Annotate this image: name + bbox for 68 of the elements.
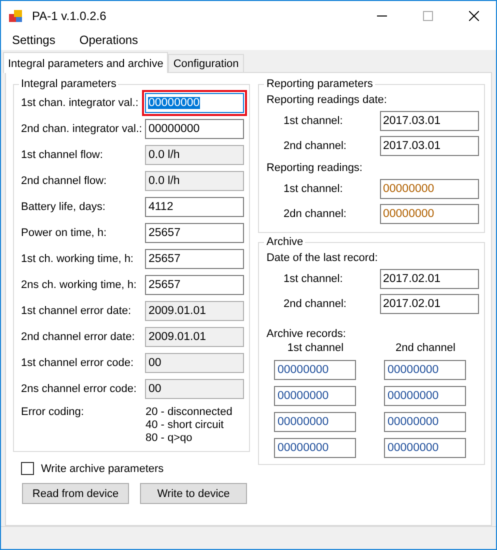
field-label: Power on time, h:	[21, 227, 107, 239]
section-heading: Reporting readings date:	[266, 93, 388, 108]
input-field[interactable]: 2017.02.01	[380, 294, 479, 314]
input-field[interactable]: 4112	[145, 197, 244, 217]
field-label: 2ns channel error code:	[21, 383, 137, 395]
field-label: 1st channel flow:	[21, 149, 103, 161]
field-label: 1st channel error date:	[21, 305, 132, 317]
input-field[interactable]: 2017.03.01	[380, 136, 479, 156]
field-label: 2dn channel:	[282, 208, 346, 220]
input-field[interactable]: 2009.01.01	[145, 301, 244, 321]
error-code-text: 40 - short circuit	[145, 419, 225, 432]
field-label: 1st chan. integrator val.:	[21, 97, 138, 109]
device-button[interactable]: Read from device	[22, 483, 129, 504]
field-label: 2nd chan. integrator val.:	[21, 123, 142, 135]
input-field[interactable]: 00000000	[380, 178, 479, 198]
input-field[interactable]: 25657	[145, 275, 244, 295]
field-label: 2ns ch. working time, h:	[21, 279, 137, 291]
input-field[interactable]: 25657	[145, 249, 244, 269]
input-field[interactable]: 2017.03.01	[380, 110, 479, 130]
input-field[interactable]: 00000000	[274, 412, 356, 432]
input-field[interactable]: 25657	[145, 223, 244, 243]
input-field[interactable]: 00000000	[274, 386, 356, 406]
section-heading: Date of the last record:	[266, 251, 379, 266]
input-field[interactable]: 00	[145, 353, 244, 373]
input-field[interactable]: 00000000	[384, 412, 466, 432]
tab[interactable]: Configuration	[168, 54, 244, 72]
field-label: 2nd channel flow:	[21, 175, 107, 187]
input-field[interactable]: 00000000	[384, 360, 466, 380]
input-field[interactable]: 00000000	[145, 119, 244, 139]
input-field[interactable]: 2009.01.01	[145, 327, 244, 347]
column-header: 1st channel	[286, 342, 345, 354]
column-header: 2nd channel	[394, 342, 456, 354]
group-title: Archive	[265, 236, 304, 248]
checkbox[interactable]	[21, 462, 34, 475]
input-field[interactable]: 00000000	[380, 204, 479, 224]
window-title: PA-1 v.1.0.2.6	[32, 8, 106, 22]
device-button[interactable]: Write to device	[140, 483, 247, 504]
group-title: Reporting parameters	[265, 78, 374, 90]
field-label: 1st channel error code:	[21, 357, 134, 369]
input-field[interactable]: 00000000	[274, 438, 356, 458]
field-label: 1st channel:	[282, 272, 343, 284]
input-field[interactable]: 00000000	[145, 93, 244, 113]
error-code-text: 20 - disconnected	[145, 406, 234, 419]
field-label: 1st channel:	[282, 182, 343, 194]
input-field[interactable]: 0.0 l/h	[145, 171, 244, 191]
tab[interactable]: Integral parameters and archive	[3, 52, 168, 73]
error-code-text: 80 - q>qo	[145, 432, 194, 445]
menu-item[interactable]: Settings	[10, 33, 58, 47]
field-label: 1st channel:	[282, 114, 343, 126]
input-field[interactable]: 00000000	[274, 360, 356, 380]
section-heading: Archive records:	[266, 327, 347, 342]
input-field[interactable]: 00000000	[384, 438, 466, 458]
checkbox-label: Write archive parameters	[41, 462, 164, 474]
close-icon[interactable]	[469, 10, 479, 20]
field-label: Error coding:	[21, 406, 84, 420]
field-label: 2nd channel:	[282, 140, 346, 152]
input-field[interactable]: 00	[145, 379, 244, 399]
field-label: 2nd channel:	[282, 298, 346, 310]
section-heading: Reporting readings:	[266, 161, 364, 176]
input-field[interactable]: 2017.02.01	[380, 268, 479, 288]
field-label: 2nd channel error date:	[21, 331, 135, 343]
input-field[interactable]: 00000000	[384, 386, 466, 406]
field-label: 1st ch. working time, h:	[21, 253, 134, 265]
input-field[interactable]: 0.0 l/h	[145, 145, 244, 165]
menu-item[interactable]: Operations	[77, 33, 140, 47]
group-title: Integral parameters	[20, 78, 118, 90]
app-icon	[8, 8, 24, 24]
field-label: Battery life, days:	[21, 201, 106, 213]
